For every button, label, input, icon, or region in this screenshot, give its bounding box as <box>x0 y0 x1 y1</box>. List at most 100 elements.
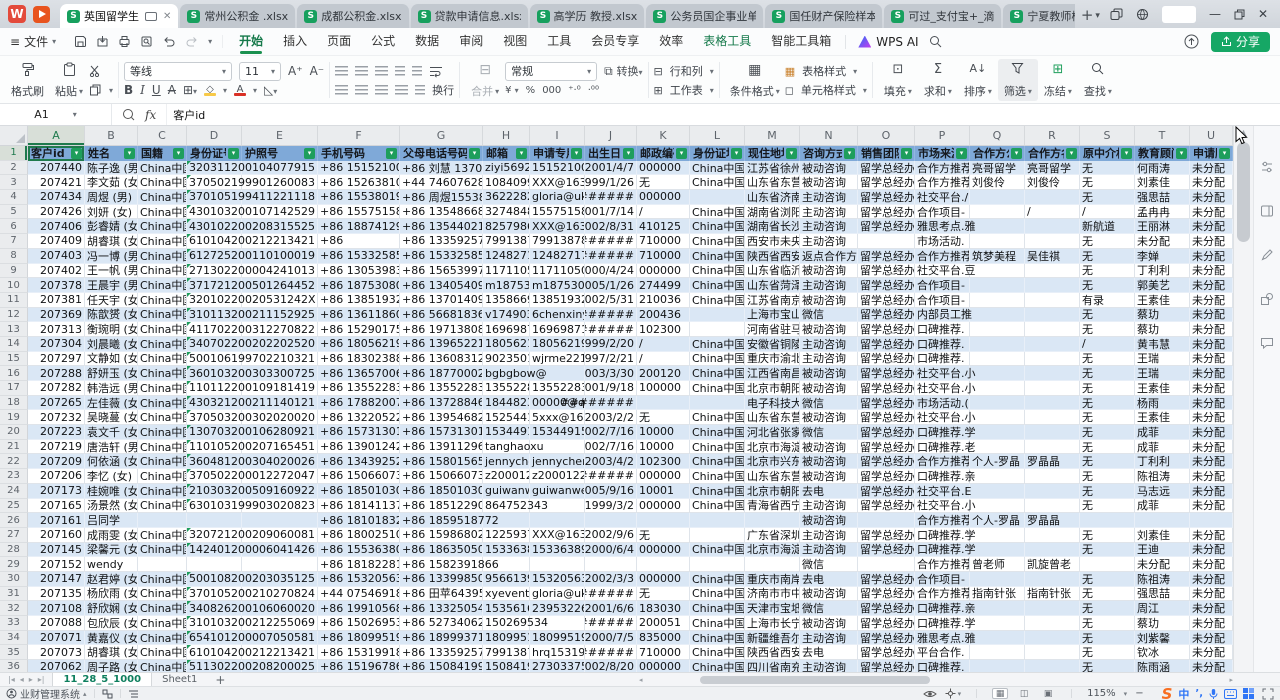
ime-chinese-mode-icon[interactable]: 中 <box>1178 686 1189 700</box>
sheet-tab[interactable]: Sheet1 <box>152 673 207 687</box>
cell[interactable]: ######## <box>585 396 637 411</box>
cell[interactable]: 凯旋曾老 <box>1025 557 1080 572</box>
cell[interactable]: wendy <box>85 557 138 572</box>
cell[interactable]: 150269534 <box>483 616 530 631</box>
cell[interactable]: China中国 <box>690 616 745 631</box>
file-tab[interactable]: S宁夏教师样本.xlsx <box>1003 4 1075 28</box>
cell[interactable]: 北京市海淀 <box>745 440 800 455</box>
cell[interactable]: 刘素佳 <box>1135 528 1190 543</box>
cell[interactable]: +86 1339985047 <box>400 572 483 587</box>
cell[interactable]: 口碑推荐. <box>915 660 970 672</box>
cell[interactable]: 5xxx@163.c <box>530 410 585 425</box>
cell[interactable]: 口碑推荐.亲 <box>915 601 970 616</box>
conditional-format-button[interactable]: ▦ 条件格式▾ <box>725 59 785 101</box>
page-break-view-button[interactable]: ◫ <box>1016 688 1032 699</box>
quick-access-chevron-icon[interactable]: ▾ <box>208 37 212 46</box>
horizontal-scrollbar[interactable]: ◂ ▸ <box>636 675 1236 685</box>
cell[interactable]: 000000 <box>637 660 690 672</box>
cell[interactable]: 主动咨询 <box>800 660 858 672</box>
fill-button[interactable]: ⊡ 填充▾ <box>878 59 918 101</box>
sheet-tab-active[interactable]: 11_28_5_1000 <box>52 673 152 687</box>
cell[interactable] <box>1025 381 1080 396</box>
column-header-cell[interactable]: 咨询方式▾ <box>800 146 858 161</box>
cell[interactable] <box>1025 396 1080 411</box>
cell[interactable]: +86 1850103098 <box>400 484 483 499</box>
cell[interactable]: 留学总经办 <box>858 175 915 190</box>
cell[interactable]: bgbgbow@ <box>483 366 530 381</box>
column-header-cell[interactable]: 手机号码▾ <box>318 146 400 161</box>
cell[interactable]: 北京市朝阳 <box>745 484 800 499</box>
cell[interactable]: 无 <box>1080 278 1135 293</box>
cell[interactable]: China中国 <box>138 410 187 425</box>
cell[interactable]: 黄韦慧 <box>1135 337 1190 352</box>
cell[interactable]: ######## <box>585 308 637 323</box>
cell[interactable]: +86 18874129 <box>318 219 400 234</box>
cell[interactable]: 1997/2/21 <box>585 352 637 367</box>
align-right-icon[interactable] <box>375 85 388 95</box>
cell[interactable]: +86 <box>318 234 400 249</box>
cell[interactable]: China中国 <box>138 528 187 543</box>
cell[interactable]: 无 <box>1080 499 1135 514</box>
cell[interactable]: 无 <box>1080 440 1135 455</box>
cell[interactable]: 新疆维吾尔 <box>745 631 800 646</box>
comma-format-icon[interactable]: 000 <box>542 85 561 96</box>
cell[interactable]: China中国 <box>690 601 745 616</box>
cell[interactable]: 000000 <box>637 499 690 514</box>
cell[interactable] <box>745 557 800 572</box>
cell[interactable] <box>970 205 1025 220</box>
cell[interactable]: 320721200209060081 <box>187 528 242 543</box>
cell[interactable]: 赵君婷 (女 <box>85 572 138 587</box>
export-icon[interactable] <box>96 35 109 48</box>
cell[interactable]: 主动咨询 <box>800 543 858 558</box>
find-button[interactable]: 查找▾ <box>1078 59 1118 101</box>
cell[interactable]: 四川省南充 <box>745 660 800 672</box>
cell[interactable]: 周煜 (男) <box>85 190 138 205</box>
table-style-button[interactable]: 表格样式 <box>802 63 846 79</box>
cell[interactable]: 138519326 <box>530 293 585 308</box>
cell[interactable]: 2002/5/31 <box>585 293 637 308</box>
cell[interactable] <box>1025 440 1080 455</box>
cell[interactable]: 10000 <box>637 440 690 455</box>
save-icon[interactable] <box>74 35 87 48</box>
cell[interactable]: 410125 <box>637 219 690 234</box>
row-header[interactable]: 13 <box>0 322 28 337</box>
cell[interactable]: +86 田苹64395 <box>400 587 483 602</box>
cell[interactable]: 微信 <box>800 601 858 616</box>
cell[interactable]: 北京市海淀 <box>745 543 800 558</box>
column-header-cell[interactable]: 申请顾▾ <box>1190 146 1233 161</box>
row-header[interactable]: 14 <box>0 337 28 352</box>
cell[interactable]: 207145 <box>28 543 85 558</box>
cell[interactable]: 王瑞 <box>1135 366 1190 381</box>
cell[interactable] <box>1135 513 1190 528</box>
align-left-icon[interactable] <box>335 85 348 95</box>
filter-dropdown-button[interactable]: ▾ <box>571 148 582 159</box>
last-sheet-icon[interactable]: ▸| <box>38 675 45 684</box>
decrease-decimal-icon[interactable]: ·⁰⁰ <box>588 85 599 96</box>
ime-toolbox-icon[interactable] <box>1243 688 1254 699</box>
cell[interactable]: 2003/4/2 <box>585 454 637 469</box>
convert-button[interactable]: ⧉ 转换▾ <box>604 63 642 79</box>
cell[interactable]: 湖南省浏阳 <box>745 205 800 220</box>
cell[interactable]: +86 15575158 <box>318 205 400 220</box>
filter-dropdown-button[interactable]: ▾ <box>844 148 855 159</box>
cell[interactable]: 留学总经办 <box>858 484 915 499</box>
cell[interactable]: 市场活动. <box>915 234 970 249</box>
cell[interactable]: +86 15196786 <box>318 660 400 672</box>
cell[interactable] <box>970 660 1025 672</box>
system-menu-caret-icon[interactable]: ▴ <box>83 690 87 698</box>
cell[interactable]: 丁利利 <box>1135 454 1190 469</box>
cell[interactable]: China中国 <box>690 234 745 249</box>
row-header[interactable]: 27 <box>0 528 28 543</box>
cell[interactable]: 口碑推荐. <box>915 352 970 367</box>
cell[interactable]: 无 <box>1080 425 1135 440</box>
cell[interactable] <box>970 440 1025 455</box>
cell[interactable]: 未分配 <box>1190 454 1233 469</box>
cell[interactable]: 15254414 <box>483 410 530 425</box>
cell[interactable] <box>1025 308 1080 323</box>
cell[interactable]: 000000 <box>637 190 690 205</box>
column-header-cell[interactable]: 销售团队▾ <box>858 146 915 161</box>
cell[interactable]: 无 <box>1080 396 1135 411</box>
menu-item[interactable]: 会员专享 <box>581 28 649 55</box>
cell[interactable]: 430321200211140121 <box>187 396 242 411</box>
wps-logo[interactable]: W <box>8 5 26 23</box>
